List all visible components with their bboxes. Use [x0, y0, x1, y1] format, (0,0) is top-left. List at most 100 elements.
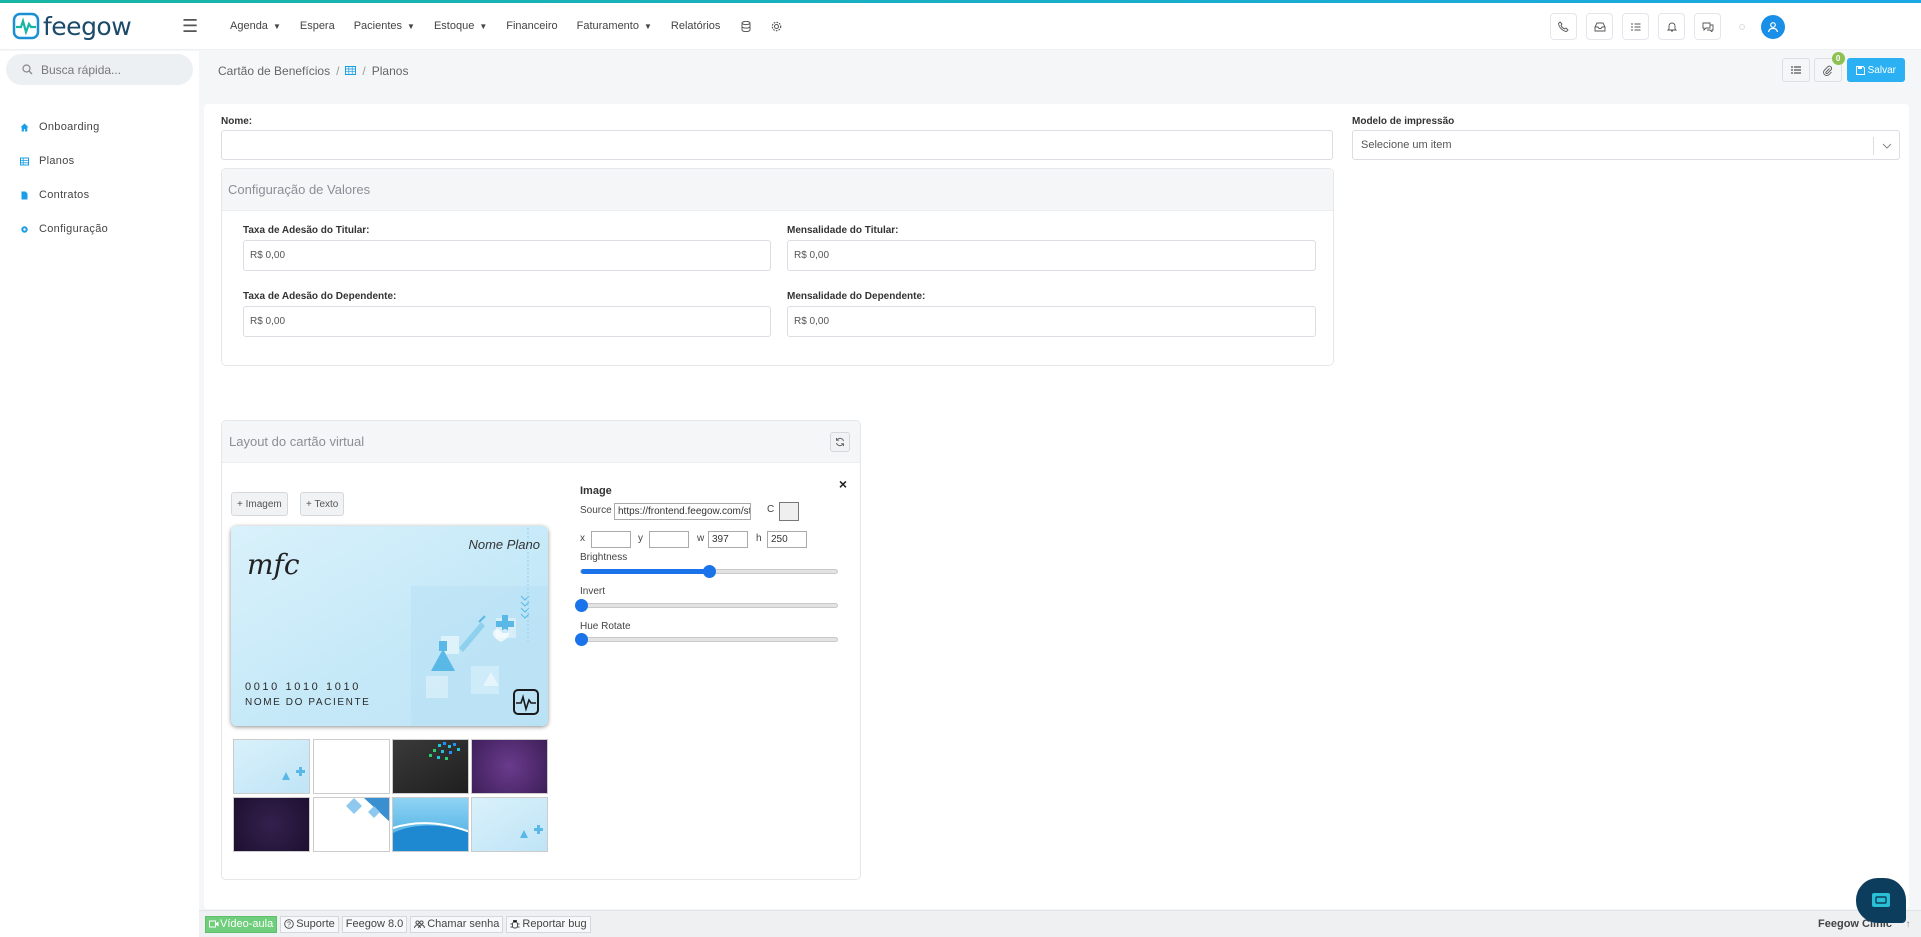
hue-rotate-slider-handle[interactable]: [575, 633, 588, 646]
users-icon: [414, 919, 426, 928]
invert-label: Invert: [580, 586, 606, 597]
brightness-slider-handle[interactable]: [703, 565, 716, 578]
list-icon: [1790, 66, 1801, 74]
plan-form-panel: Nome: Modelo de impressão Selecione um i…: [204, 104, 1909, 909]
background-thumb-4[interactable]: [471, 739, 548, 794]
menu-espera[interactable]: Espera: [300, 20, 335, 32]
close-icon[interactable]: ×: [839, 476, 847, 492]
w-input[interactable]: [708, 531, 748, 548]
nome-label: Nome:: [221, 116, 253, 127]
list-view-button[interactable]: [1781, 58, 1810, 82]
medical-pattern-icon: [282, 767, 305, 780]
menu-estoque[interactable]: Estoque ▼: [434, 20, 487, 32]
table-icon: [20, 157, 29, 166]
w-label: w: [697, 533, 705, 544]
status-dot: [1739, 23, 1745, 30]
invert-slider[interactable]: [575, 599, 838, 612]
valores-section: Configuração de Valores Taxa de Adesão d…: [221, 168, 1334, 366]
h-input[interactable]: [767, 531, 807, 548]
source-input[interactable]: [614, 503, 751, 520]
background-thumb-8[interactable]: [471, 797, 548, 852]
breadcrumb-root[interactable]: Cartão de Benefícios: [218, 64, 330, 78]
mensalidade-titular-input[interactable]: [787, 240, 1316, 271]
background-thumb-7[interactable]: [392, 797, 469, 852]
suporte-button[interactable]: ? Suporte: [280, 915, 339, 933]
card-preview[interactable]: Nome Plano mfc 0010 1010 1010 NOME DO PA…: [231, 526, 548, 726]
add-text-button[interactable]: + Texto: [300, 492, 345, 516]
sidebar: Onboarding Planos Contratos Configuração: [0, 51, 199, 937]
menu-relatorios[interactable]: Relatórios: [671, 20, 721, 32]
sidebar-item-configuracao[interactable]: Configuração: [0, 212, 199, 246]
card-number: 0010 1010 1010: [245, 681, 361, 693]
chevron-down-icon: [1873, 137, 1899, 155]
table-icon: [345, 66, 357, 75]
invert-slider-handle[interactable]: [575, 599, 588, 612]
video-icon: [209, 920, 219, 928]
search-icon: [22, 64, 33, 75]
mensalidade-titular-label: Mensalidade do Titular:: [787, 225, 899, 236]
sidebar-item-label: Planos: [39, 155, 75, 167]
card-layout-header: Layout do cartão virtual: [222, 421, 860, 463]
menu-financeiro[interactable]: Financeiro: [506, 20, 557, 32]
background-thumb-5[interactable]: [233, 797, 310, 852]
refresh-button[interactable]: [830, 432, 850, 452]
taxa-titular-input[interactable]: [243, 240, 771, 271]
hamburger-menu-icon[interactable]: ☰: [182, 16, 212, 37]
main-menu: Agenda ▼ Espera Pacientes ▼ Estoque ▼ Finan…: [230, 19, 799, 33]
menu-faturamento[interactable]: Faturamento ▼: [577, 20, 652, 32]
navbar-right-icons: [1541, 13, 1785, 40]
background-thumb-2[interactable]: [313, 739, 390, 794]
y-input[interactable]: [649, 531, 689, 548]
search-input[interactable]: [41, 62, 181, 77]
medical-pattern-icon: [520, 825, 543, 838]
color-picker[interactable]: [779, 502, 799, 521]
sidebar-item-planos[interactable]: Planos: [0, 144, 199, 178]
breadcrumb: Cartão de Benefícios / / Planos: [218, 63, 409, 78]
phone-icon[interactable]: [1550, 13, 1577, 40]
x-label: x: [580, 533, 585, 544]
background-thumb-6[interactable]: [313, 797, 390, 852]
background-thumb-1[interactable]: [233, 739, 310, 794]
sidebar-item-contratos[interactable]: Contratos: [0, 178, 199, 212]
card-layout-title: Layout do cartão virtual: [229, 434, 365, 449]
paperclip-icon: [1823, 65, 1833, 76]
sidebar-item-onboarding[interactable]: Onboarding: [0, 110, 199, 144]
save-button[interactable]: Salvar: [1846, 58, 1905, 82]
valores-section-title: Configuração de Valores: [222, 169, 1333, 211]
refresh-icon: [836, 437, 844, 447]
task-list-icon[interactable]: [1622, 13, 1649, 40]
x-input[interactable]: [591, 531, 631, 548]
settings-gear-icon[interactable]: [769, 19, 783, 33]
brightness-slider[interactable]: [580, 565, 838, 578]
save-icon: [1855, 65, 1865, 75]
chat-icon[interactable]: [1694, 13, 1721, 40]
bell-icon[interactable]: [1658, 13, 1685, 40]
chat-widget-button[interactable]: [1856, 878, 1906, 923]
footer-bar: Vídeo-aula ? Suporte Feegow 8.0 Chamar s…: [199, 910, 1921, 937]
taxa-titular-label: Taxa de Adesão do Titular:: [243, 225, 370, 236]
modelo-impressao-select[interactable]: Selecione um item: [1352, 130, 1900, 160]
reportar-bug-button[interactable]: Reportar bug: [506, 915, 591, 933]
help-circle-icon: ?: [284, 919, 294, 929]
menu-agenda[interactable]: Agenda ▼: [230, 20, 281, 32]
sidebar-menu: Onboarding Planos Contratos Configuração: [0, 110, 199, 246]
hue-rotate-slider[interactable]: [575, 633, 838, 646]
user-icon: [1767, 21, 1779, 32]
add-image-button[interactable]: + Imagem: [231, 492, 288, 516]
user-avatar[interactable]: [1761, 14, 1785, 39]
mensalidade-dependente-input[interactable]: [787, 306, 1316, 337]
background-thumb-3[interactable]: [392, 739, 469, 794]
select-placeholder: Selecione um item: [1361, 139, 1452, 151]
gear-icon: [20, 225, 29, 234]
chamar-senha-button[interactable]: Chamar senha: [410, 915, 504, 933]
video-aula-button[interactable]: Vídeo-aula: [205, 915, 278, 933]
taxa-dependente-input[interactable]: [243, 306, 771, 337]
menu-pacientes[interactable]: Pacientes ▼: [354, 20, 415, 32]
inbox-icon[interactable]: [1586, 13, 1613, 40]
feegow-logo[interactable]: feegow: [12, 12, 167, 41]
taxa-dependente-label: Taxa de Adesão do Dependente:: [243, 291, 397, 302]
attachments-button[interactable]: 0: [1813, 52, 1845, 82]
h-label: h: [756, 533, 762, 544]
nome-input[interactable]: [221, 130, 1333, 160]
database-icon[interactable]: [739, 19, 753, 33]
